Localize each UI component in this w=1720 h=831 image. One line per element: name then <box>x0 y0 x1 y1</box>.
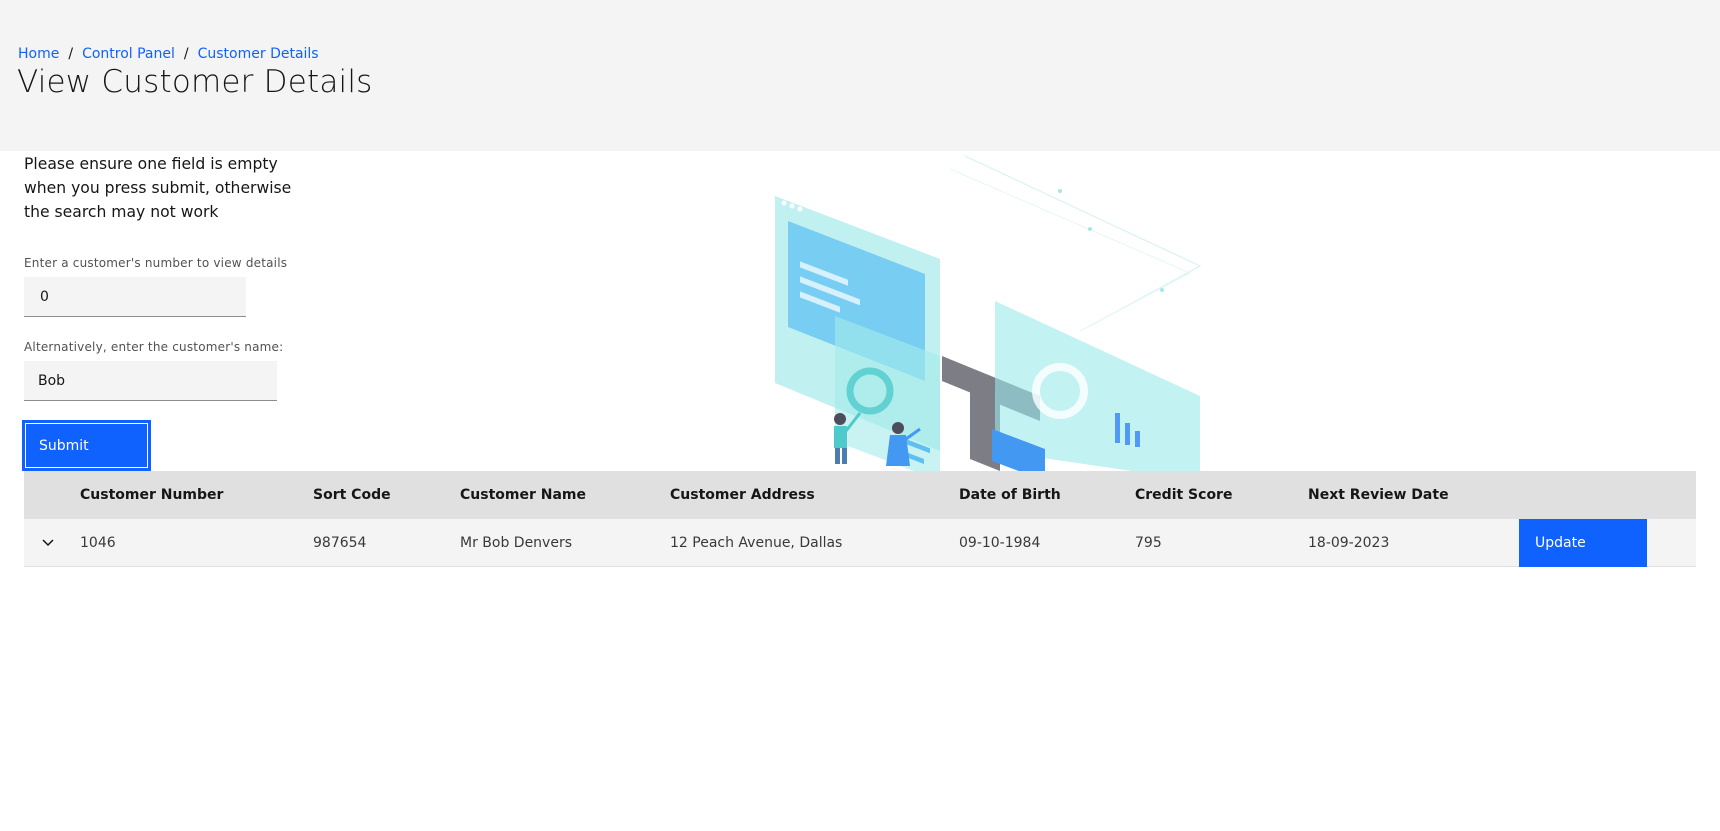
header-customer-number: Customer Number <box>80 487 224 503</box>
customer-name-label: Alternatively, enter the customer's name… <box>24 340 284 354</box>
cell-credit-score: 795 <box>1135 534 1162 551</box>
cell-customer-name: Mr Bob Denvers <box>460 534 573 551</box>
update-button[interactable]: Update <box>1519 519 1647 567</box>
customer-table: Customer Number Sort Code Customer Name … <box>24 471 1696 567</box>
header-sort-code: Sort Code <box>313 487 391 503</box>
header-credit-score: Credit Score <box>1135 487 1233 503</box>
page-header: Home / Control Panel / Customer Details … <box>0 0 1720 151</box>
cell-customer-address: 12 Peach Avenue, Dallas <box>670 534 843 551</box>
table-header-row: Customer Number Sort Code Customer Name … <box>24 471 1696 519</box>
breadcrumb-separator: / <box>183 46 189 62</box>
header-date-of-birth: Date of Birth <box>959 487 1061 503</box>
customer-number-input[interactable] <box>24 277 246 317</box>
search-instructions: Please ensure one field is empty when yo… <box>24 155 292 221</box>
table-row: 1046 987654 Mr Bob Denvers 12 Peach Aven… <box>24 519 1696 567</box>
breadcrumb-home-link[interactable]: Home <box>18 46 59 62</box>
breadcrumb-customer-details-link[interactable]: Customer Details <box>198 46 319 62</box>
breadcrumb: Home / Control Panel / Customer Details <box>18 46 319 62</box>
page-title: View Customer Details <box>17 64 373 100</box>
row-expand-button[interactable] <box>38 533 58 553</box>
header-next-review-date: Next Review Date <box>1308 487 1449 503</box>
cell-date-of-birth: 09-10-1984 <box>959 534 1041 551</box>
header-customer-name: Customer Name <box>460 487 586 503</box>
customer-name-input[interactable] <box>24 361 277 401</box>
cell-next-review-date: 18-09-2023 <box>1308 534 1390 551</box>
header-customer-address: Customer Address <box>670 487 815 503</box>
breadcrumb-separator: / <box>68 46 74 62</box>
customer-number-label: Enter a customer's number to view detail… <box>24 256 288 270</box>
cell-sort-code: 987654 <box>313 534 367 551</box>
cell-customer-number: 1046 <box>80 534 116 551</box>
breadcrumb-control-panel-link[interactable]: Control Panel <box>82 46 175 62</box>
chevron-down-icon <box>42 539 54 547</box>
submit-button[interactable]: Submit <box>22 420 151 471</box>
